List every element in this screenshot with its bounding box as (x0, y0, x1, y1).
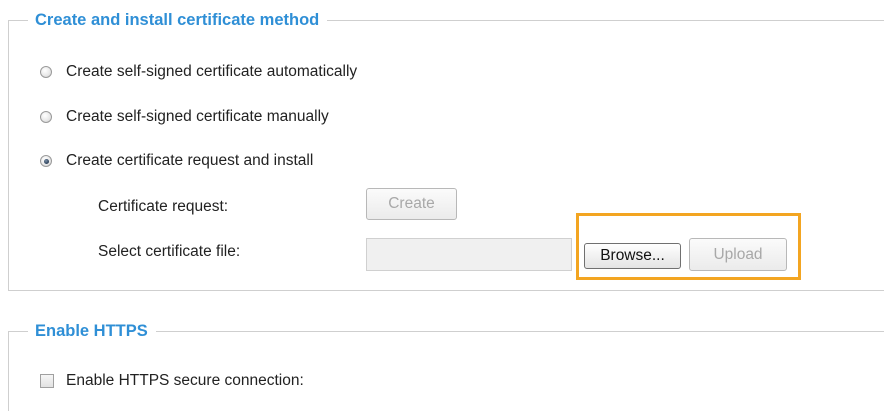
radio-option-manual[interactable]: Create self-signed certificate manually (40, 107, 329, 127)
https-group-left-border (8, 331, 9, 411)
method-group-left-border (8, 20, 9, 290)
enable-https-label: Enable HTTPS secure connection: (66, 372, 304, 389)
browse-button[interactable]: Browse... (584, 243, 681, 269)
certificate-file-input[interactable] (366, 238, 572, 271)
https-group-title: Enable HTTPS (28, 321, 156, 341)
radio-option-request-install[interactable]: Create certificate request and install (40, 151, 313, 171)
method-group-bottom-border (8, 290, 884, 291)
radio-manual-label: Create self-signed certificate manually (66, 108, 329, 125)
create-button[interactable]: Create (366, 188, 457, 220)
radio-manual-icon[interactable] (40, 111, 52, 123)
upload-button[interactable]: Upload (689, 238, 787, 271)
certificate-request-label: Certificate request: (98, 198, 229, 215)
radio-auto-icon[interactable] (40, 66, 52, 78)
method-group-title: Create and install certificate method (28, 10, 328, 30)
select-certificate-file-label: Select certificate file: (98, 243, 241, 260)
enable-https-row[interactable]: Enable HTTPS secure connection: (40, 371, 304, 391)
radio-request-install-label: Create certificate request and install (66, 152, 314, 169)
radio-request-install-icon[interactable] (40, 155, 52, 167)
radio-auto-label: Create self-signed certificate automatic… (66, 63, 358, 80)
radio-option-auto[interactable]: Create self-signed certificate automatic… (40, 62, 357, 82)
enable-https-checkbox[interactable] (40, 374, 54, 388)
